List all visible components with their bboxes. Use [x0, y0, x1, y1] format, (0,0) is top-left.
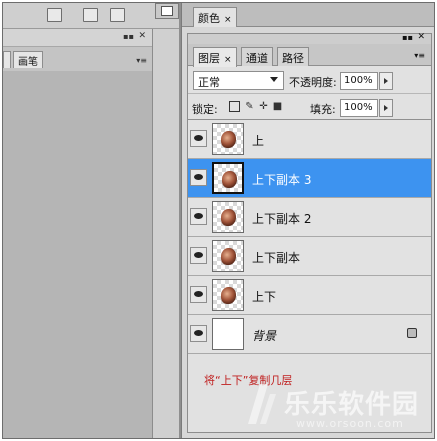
layer-thumbnail: [212, 279, 244, 311]
panel-menu-icon[interactable]: ▾≡: [414, 51, 425, 60]
lock-move-icon[interactable]: ✛: [258, 101, 269, 112]
fill-input[interactable]: 100%: [340, 99, 378, 117]
tab-stub[interactable]: [3, 51, 11, 68]
layer-thumbnail: [212, 123, 244, 155]
collapse-icon[interactable]: ▪▪: [402, 33, 413, 42]
close-icon[interactable]: ✕: [417, 32, 425, 42]
tab-color[interactable]: 颜色 ×: [193, 7, 237, 27]
layers-panel: ▪▪ ✕ 图层 × 通道 路径 ▾≡ 正常 不透明度: 100% 锁定: ✎ ✛…: [187, 32, 432, 433]
watermark-text: 乐乐软件园: [284, 390, 420, 420]
collapse-icon[interactable]: ▪▪: [123, 32, 134, 41]
lock-transparent-icon[interactable]: [229, 101, 240, 112]
layer-row-background[interactable]: 背景: [188, 315, 431, 354]
layer-thumbnail: [212, 240, 244, 272]
canvas-area: [3, 71, 152, 438]
layer-name: 上: [252, 134, 265, 148]
fill-slider-button[interactable]: [379, 99, 393, 117]
opacity-slider-button[interactable]: [379, 72, 393, 90]
layers-tabbar: 图层 × 通道 路径 ▾≡: [188, 44, 431, 67]
photoshop-window: ▪▪ ✕ 画笔 ▾≡ 颜色 × ▪▪ ✕ 图层 × 通道 路径 ▾≡ 正常 不透…: [2, 2, 435, 439]
layers-list: 上 上下副本 3 上下副本 2 上下副本 上下 背景: [188, 120, 431, 354]
close-icon[interactable]: ×: [224, 55, 232, 65]
opacity-label: 不透明度:: [289, 76, 337, 89]
chevron-down-icon: [270, 77, 278, 82]
layer-thumbnail: [212, 201, 244, 233]
lock-icon: [407, 328, 417, 338]
layer-name: 上下副本 3: [252, 173, 312, 187]
eye-icon[interactable]: [190, 325, 207, 342]
eye-icon[interactable]: [190, 286, 207, 303]
watermark-url: www.orsoon.com: [296, 417, 404, 430]
brushes-tabbar: 画笔 ▾≡: [3, 46, 152, 71]
layer-thumbnail: [212, 318, 244, 350]
panel-dock-separator: [152, 29, 179, 438]
layer-row[interactable]: 上下副本: [188, 237, 431, 276]
layer-row[interactable]: 上: [188, 120, 431, 159]
layer-name: 上下: [252, 290, 277, 304]
close-icon[interactable]: ✕: [138, 31, 146, 41]
camera-icon[interactable]: [83, 8, 98, 22]
watermark: 乐乐软件园 www.orsoon.com: [224, 378, 434, 438]
panel-icon: [161, 6, 173, 16]
left-toolbar: [3, 3, 179, 29]
fill-label: 填充:: [310, 103, 336, 116]
layer-name: 背景: [252, 329, 277, 343]
dock-toggle-button[interactable]: [155, 3, 179, 19]
brushes-panel: ▪▪ ✕ 画笔 ▾≡: [3, 29, 152, 71]
layer-name: 上下副本 2: [252, 212, 312, 226]
layer-thumbnail: [212, 162, 244, 194]
tab-paths[interactable]: 路径: [277, 47, 309, 66]
panel-menu-icon[interactable]: ▾≡: [136, 56, 147, 65]
lock-fill-row: 锁定: ✎ ✛ ■ 填充: 100%: [188, 95, 431, 120]
layer-row[interactable]: 上下: [188, 276, 431, 315]
right-dock: 颜色 × ▪▪ ✕ 图层 × 通道 路径 ▾≡ 正常 不透明度: 100% 锁定…: [181, 3, 434, 438]
color-tabbar: 颜色 ×: [182, 3, 434, 27]
blend-mode-select[interactable]: 正常: [193, 71, 284, 90]
eye-icon[interactable]: [190, 130, 207, 147]
panel-button-icon[interactable]: [47, 8, 62, 22]
tab-channels[interactable]: 通道: [241, 47, 273, 66]
blend-opacity-row: 正常 不透明度: 100%: [188, 67, 431, 94]
eye-icon[interactable]: [190, 169, 207, 186]
trash-icon[interactable]: [110, 8, 125, 22]
watermark-logo-icon: [248, 384, 276, 424]
layers-panel-header: ▪▪ ✕: [188, 32, 431, 44]
opacity-input[interactable]: 100%: [340, 72, 378, 90]
layer-name: 上下副本: [252, 251, 301, 265]
tab-layers[interactable]: 图层 ×: [193, 47, 237, 67]
close-icon[interactable]: ×: [224, 15, 232, 25]
eye-icon[interactable]: [190, 247, 207, 264]
eye-icon[interactable]: [190, 208, 207, 225]
tab-brushes[interactable]: 画笔: [13, 51, 43, 68]
lock-all-icon[interactable]: ■: [272, 101, 283, 112]
lock-label: 锁定:: [192, 103, 218, 116]
lock-brush-icon[interactable]: ✎: [244, 101, 255, 112]
layer-row-selected[interactable]: 上下副本 3: [188, 159, 431, 198]
layer-row[interactable]: 上下副本 2: [188, 198, 431, 237]
